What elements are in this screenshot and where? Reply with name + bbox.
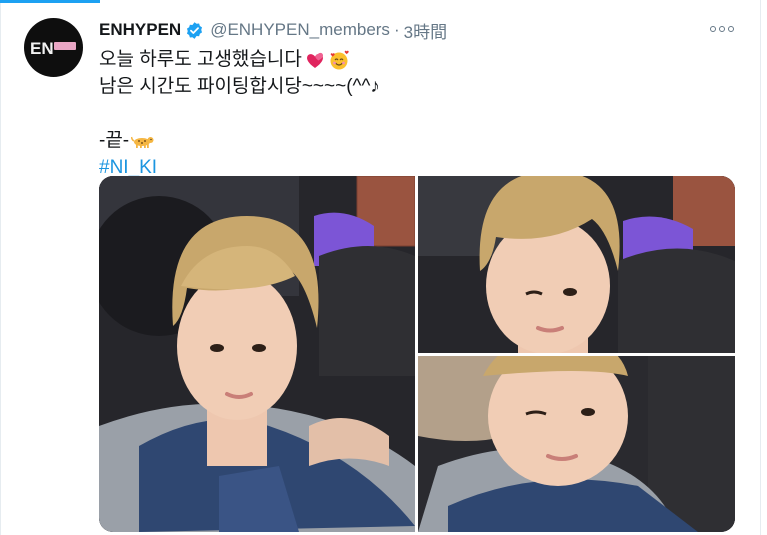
tweet-line-2: 남은 시간도 파이팅합시당~~~~(^^♪	[99, 76, 380, 97]
tweet-line-1: 오늘 하루도 고생했습니다	[99, 49, 302, 70]
leopard-icon	[131, 136, 154, 148]
timeline-border	[0, 3, 1, 535]
timestamp-link[interactable]: 3時間	[404, 18, 447, 43]
photo-2[interactable]	[418, 176, 735, 353]
photo-3[interactable]	[418, 356, 735, 532]
timeline-border	[760, 0, 761, 535]
avatar[interactable]: EN	[24, 18, 83, 77]
tweet-text: 오늘 하루도 고생했습니다 남은 시간도 파이팅합시당~~~~(^^♪ -끝-	[99, 46, 380, 181]
display-name[interactable]: ENHYPEN	[99, 20, 181, 40]
heart-icon	[306, 52, 323, 68]
avatar-logo-bar	[54, 42, 76, 50]
tweet-line-3: -끝-	[99, 130, 130, 151]
tweet-header: ENHYPEN @ENHYPEN_members · 3時間	[99, 18, 447, 42]
more-options-icon[interactable]	[708, 18, 736, 40]
separator: ·	[393, 20, 400, 39]
media-grid	[99, 176, 735, 532]
user-handle[interactable]: @ENHYPEN_members	[210, 20, 390, 40]
verified-badge-icon	[187, 21, 203, 39]
photo-1[interactable]	[99, 176, 415, 532]
active-tab-indicator	[0, 0, 100, 3]
smiling-face-with-hearts-icon	[330, 50, 349, 69]
avatar-logo-text: EN	[30, 39, 54, 58]
